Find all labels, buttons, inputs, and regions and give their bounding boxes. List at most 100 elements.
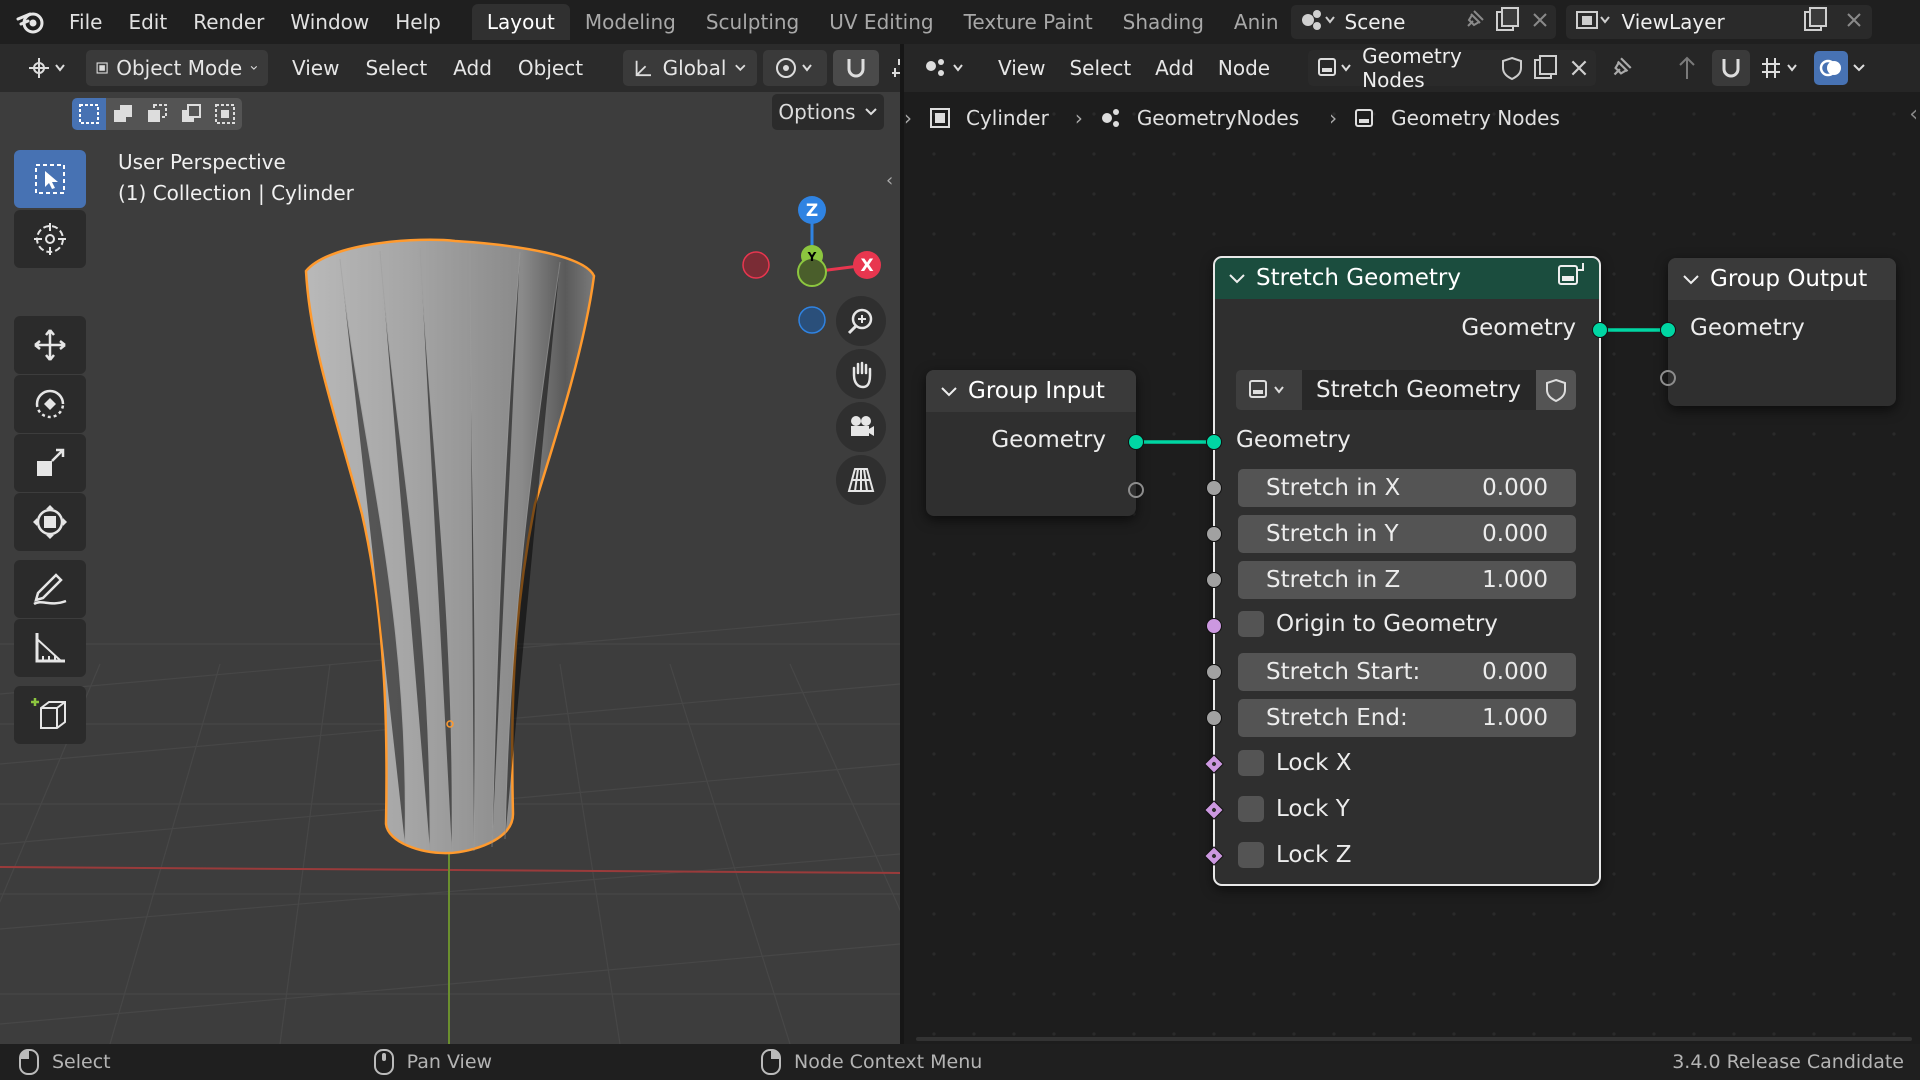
group-input-node[interactable]: Group Input Geometry [926,370,1144,516]
node-tree-icon [1249,380,1284,398]
node-title: Group Input [968,378,1105,404]
lock-z-checkbox[interactable] [1238,842,1264,868]
hand-icon[interactable] [836,349,886,399]
y-axis-label: Y [807,250,817,264]
menu-render[interactable]: Render [180,0,277,44]
geometry-input-socket[interactable] [1660,322,1676,338]
socket-label: Geometry [991,427,1106,453]
lock-y-checkbox[interactable] [1238,796,1264,822]
node-editor[interactable]: View Select Add Node Geometry Nodes › Cy… [904,44,1920,1044]
tab-shading[interactable]: Shading [1108,4,1219,40]
mouse-middle-icon [373,1049,394,1075]
stretch-x-field[interactable]: Stretch in X 0.000 [1238,469,1576,507]
transform-icon[interactable] [14,493,86,551]
scene-icon [1299,7,1337,38]
camera-icon[interactable] [836,402,886,452]
lock-z-row[interactable]: Lock Z [1238,842,1352,868]
geometry-output-socket[interactable] [1128,434,1144,450]
node-header[interactable]: Group Input [926,370,1136,412]
pin-icon[interactable] [1462,8,1486,37]
new-scene-icon[interactable] [1494,6,1522,39]
scene-selector[interactable]: Scene [1290,5,1556,39]
checkbox-label: Lock Z [1276,842,1352,868]
node-header[interactable]: Stretch Geometry [1214,257,1600,299]
tab-sculpting[interactable]: Sculpting [691,4,814,40]
new-view-layer-icon[interactable] [1802,6,1830,39]
status-select: Select [18,1048,111,1076]
neg-x-handle [742,251,770,279]
lock-x-checkbox[interactable] [1238,750,1264,776]
geometry-output-socket[interactable] [1592,322,1608,338]
menu-window[interactable]: Window [277,0,382,44]
status-context-label: Node Context Menu [794,1051,983,1073]
menu-help[interactable]: Help [382,0,454,44]
field-value: 1.000 [1482,705,1548,731]
tab-uv-editing[interactable]: UV Editing [814,4,948,40]
geometry-input-socket[interactable] [1206,434,1222,450]
tab-modeling[interactable]: Modeling [570,4,691,40]
stretch-x-socket[interactable] [1206,480,1222,496]
collection-info: (1) Collection | Cylinder [118,181,354,205]
stretch-z-socket[interactable] [1206,572,1222,588]
node-title: Group Output [1710,266,1868,292]
cursor-icon[interactable] [14,210,86,268]
view-layer-selector[interactable]: ViewLayer [1565,5,1872,39]
tab-animation[interactable]: Anin [1219,4,1285,40]
annotate-icon[interactable] [14,560,86,618]
horizontal-scrollbar[interactable] [916,1037,1912,1041]
origin-socket[interactable] [1206,618,1222,634]
mouse-left-icon [19,1049,39,1075]
zoom-icon[interactable] [836,296,886,346]
stretch-y-socket[interactable] [1206,526,1222,542]
field-value: 0.000 [1482,521,1548,547]
blender-logo-icon[interactable] [0,0,56,44]
origin-to-geometry-row[interactable]: Origin to Geometry [1238,611,1498,637]
chevron-down-icon[interactable] [1228,265,1246,291]
z-axis-label: Z [806,201,818,221]
chevron-down-icon[interactable] [1682,266,1700,292]
stretch-end-field[interactable]: Stretch End: 1.000 [1238,699,1576,737]
version-label: 3.4.0 Release Candidate [1672,1051,1904,1073]
sidebar-toggle-icon[interactable]: ‹ [886,170,893,191]
stretch-geometry-node[interactable]: Stretch Geometry Geometry Stretch Geomet… [1204,256,1608,886]
empty-output-socket[interactable] [1128,482,1144,498]
stretch-start-field[interactable]: Stretch Start: 0.000 [1238,653,1576,691]
stretch-z-field[interactable]: Stretch in Z 1.000 [1238,561,1576,599]
view-name: User Perspective [118,150,286,174]
group-name-field[interactable]: Stretch Geometry [1302,370,1536,410]
chevron-down-icon[interactable] [940,378,958,404]
close-scene-icon[interactable] [1530,10,1550,35]
node-header[interactable]: Group Output [1668,258,1896,300]
lock-y-row[interactable]: Lock Y [1238,796,1350,822]
stretch-start-socket[interactable] [1206,664,1222,680]
origin-checkbox[interactable] [1238,611,1264,637]
empty-input-socket[interactable] [1660,370,1676,386]
stretch-end-socket[interactable] [1206,710,1222,726]
measure-icon[interactable] [14,619,86,677]
socket-label: Geometry [1236,427,1351,453]
tab-layout[interactable]: Layout [471,4,570,40]
rotate-icon[interactable] [14,375,86,433]
status-pan: Pan View [373,1048,492,1076]
group-output-node[interactable]: Group Output Geometry [1660,258,1896,406]
top-bar: File Edit Render Window Help Layout Mode… [0,0,1920,44]
3d-viewport[interactable]: Object Mode View Select Add Object Globa… [0,44,900,1044]
grid-icon[interactable] [836,455,886,505]
mouse-right-icon [761,1049,782,1075]
scale-icon[interactable] [14,434,86,492]
stretch-y-field[interactable]: Stretch in Y 0.000 [1238,515,1576,553]
move-icon[interactable] [14,316,86,374]
fake-user-shield-icon[interactable] [1536,370,1576,410]
tab-texture-paint[interactable]: Texture Paint [949,4,1108,40]
lock-x-row[interactable]: Lock X [1238,750,1352,776]
close-view-layer-icon[interactable] [1844,10,1864,35]
menu-file[interactable]: File [56,0,115,44]
group-browse-button[interactable] [1236,370,1302,410]
add-cube-icon[interactable] [14,686,86,744]
field-label: Stretch in Z [1266,567,1401,593]
node-group-icon[interactable] [1556,261,1586,295]
menu-edit[interactable]: Edit [115,0,180,44]
select-box-icon[interactable] [14,150,86,208]
checkbox-label: Origin to Geometry [1276,611,1498,637]
checkbox-label: Lock X [1276,750,1352,776]
